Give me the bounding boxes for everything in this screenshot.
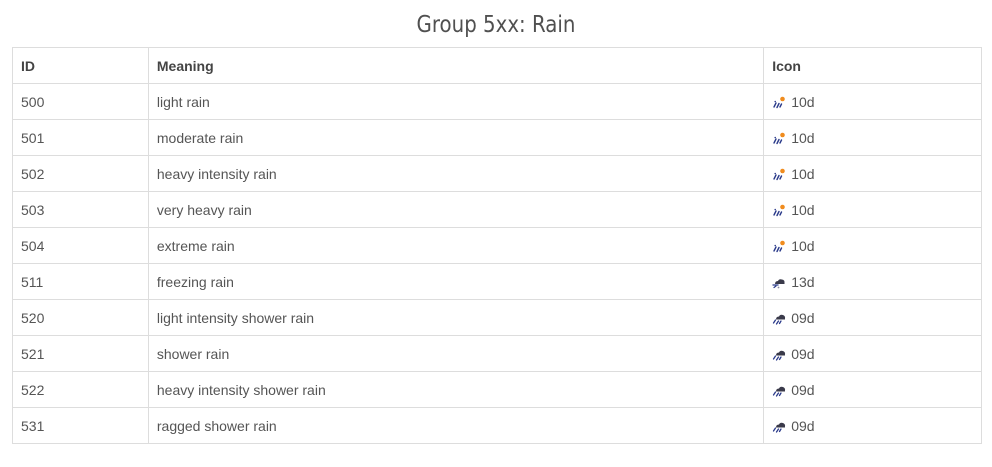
cell-id: 520: [12, 299, 149, 336]
table-row: 522 heavy intensity shower rain 09d: [12, 371, 982, 408]
cell-icon: 13d: [763, 263, 982, 300]
icon-code: 10d: [791, 165, 815, 182]
snow-cloud-icon: [772, 278, 785, 288]
cell-id: 504: [12, 227, 149, 264]
table-row: 521 shower rain 09d: [12, 335, 982, 372]
cell-icon: 10d: [763, 227, 982, 264]
icon-code: 10d: [791, 237, 815, 254]
cell-id: 500: [12, 83, 149, 120]
cell-icon: 09d: [763, 335, 982, 372]
table-row: 511 freezing rain 13d: [12, 263, 982, 300]
icon-code: 10d: [791, 201, 815, 218]
cell-icon: 10d: [763, 155, 982, 192]
icon-code: 09d: [791, 309, 815, 326]
sun-rain-icon: [773, 96, 785, 108]
sun-rain-icon: [773, 240, 785, 252]
cell-icon: 09d: [763, 299, 982, 336]
table-row: 501 moderate rain 10d: [12, 119, 982, 156]
cell-meaning: ragged shower rain: [147, 407, 765, 444]
cell-meaning: heavy intensity shower rain: [147, 371, 765, 408]
cell-id: 531: [12, 407, 149, 444]
icon-code: 09d: [791, 417, 815, 434]
shower-rain-icon: [773, 386, 786, 397]
table-header-row: ID Meaning Icon: [12, 47, 982, 84]
weather-conditions-table: ID Meaning Icon 500 light rain 10d 501 moder…: [12, 47, 982, 444]
cell-icon: 10d: [763, 119, 982, 156]
cell-icon: 10d: [763, 191, 982, 228]
sun-rain-icon: [773, 132, 785, 144]
column-header-id: ID: [12, 47, 149, 84]
table-row: 502 heavy intensity rain 10d: [12, 155, 982, 192]
table-row: 500 light rain 10d: [12, 83, 982, 120]
cell-icon: 09d: [763, 407, 982, 444]
cell-icon: 10d: [763, 83, 982, 120]
column-header-icon: Icon: [763, 47, 982, 84]
cell-meaning: very heavy rain: [147, 191, 765, 228]
cell-id: 503: [12, 191, 149, 228]
cell-id: 521: [12, 335, 149, 372]
icon-code: 10d: [791, 93, 815, 110]
shower-rain-icon: [773, 350, 786, 361]
sun-rain-icon: [773, 204, 785, 216]
table-row: 520 light intensity shower rain 09d: [12, 299, 982, 336]
cell-meaning: extreme rain: [147, 227, 765, 264]
icon-code: 10d: [791, 129, 815, 146]
cell-meaning: shower rain: [147, 335, 765, 372]
table-row: 503 very heavy rain 10d: [12, 191, 982, 228]
cell-meaning: light rain: [147, 83, 765, 120]
cell-meaning: moderate rain: [147, 119, 765, 156]
table-row: 531 ragged shower rain 09d: [12, 407, 982, 444]
cell-id: 511: [12, 263, 149, 300]
column-header-meaning: Meaning: [147, 47, 765, 84]
icon-code: 09d: [791, 381, 815, 398]
icon-code: 13d: [791, 273, 815, 290]
table-row: 504 extreme rain 10d: [12, 227, 982, 264]
cell-meaning: heavy intensity rain: [147, 155, 765, 192]
cell-id: 502: [12, 155, 149, 192]
sun-rain-icon: [773, 168, 785, 180]
cell-id: 522: [12, 371, 149, 408]
icon-code: 09d: [791, 345, 815, 362]
page-title: Group 5xx: Rain: [416, 12, 576, 38]
cell-meaning: light intensity shower rain: [147, 299, 765, 336]
shower-rain-icon: [773, 422, 786, 433]
cell-meaning: freezing rain: [147, 263, 765, 300]
shower-rain-icon: [773, 314, 786, 325]
cell-id: 501: [12, 119, 149, 156]
cell-icon: 09d: [763, 371, 982, 408]
